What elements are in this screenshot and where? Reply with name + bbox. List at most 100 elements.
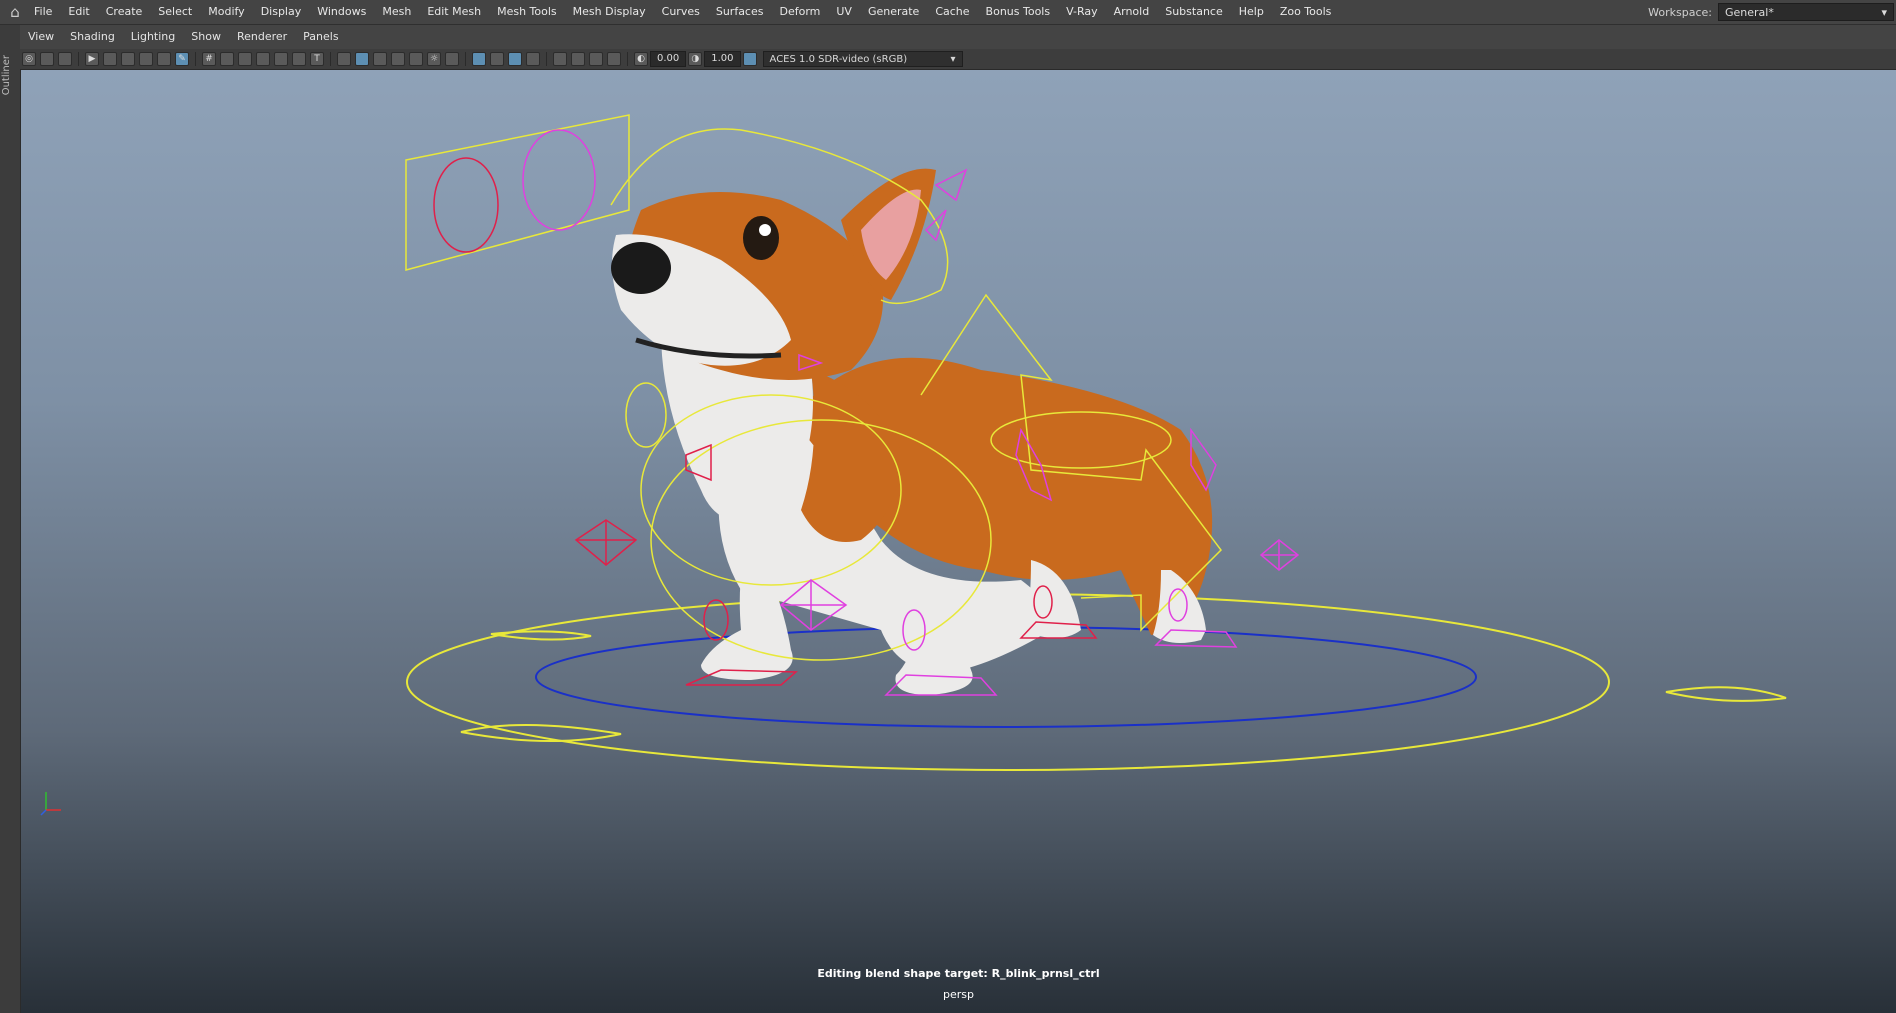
camera-icon[interactable]: ▶ — [85, 52, 99, 66]
field-chart-icon[interactable] — [274, 52, 288, 66]
viewport-toolbar: ◎ ▶ ✎ # T ☼ ◐ 0.00 ◑ 1.00 ACES 1.0 SDR-v… — [20, 49, 1896, 70]
wireframe-icon[interactable] — [337, 52, 351, 66]
knee-pole-control[interactable] — [574, 519, 638, 566]
panel-menu-lighting[interactable]: Lighting — [123, 25, 183, 49]
xray-icon[interactable] — [571, 52, 585, 66]
exposure-icon[interactable]: ◐ — [634, 52, 648, 66]
corgi-eye[interactable] — [743, 216, 779, 260]
menu-item-modify[interactable]: Modify — [200, 0, 252, 24]
resolution-gate-icon[interactable] — [238, 52, 252, 66]
menu-item-select[interactable]: Select — [150, 0, 200, 24]
lights-icon[interactable]: ☼ — [427, 52, 441, 66]
panel-menu-shading[interactable]: Shading — [62, 25, 123, 49]
anti-aliasing-icon[interactable] — [508, 52, 522, 66]
bookmark-flag-icon[interactable] — [139, 52, 153, 66]
main-menu-bar: ⌂ File Edit Create Select Modify Display Windo… — [0, 0, 1896, 25]
menu-item-curves[interactable]: Curves — [654, 0, 708, 24]
menu-item-surfaces[interactable]: Surfaces — [708, 0, 772, 24]
menu-item-uv[interactable]: UV — [828, 0, 860, 24]
menu-item-display[interactable]: Display — [253, 0, 310, 24]
two-d-pan-icon[interactable] — [157, 52, 171, 66]
menu-items: File Edit Create Select Modify Display Windows… — [26, 0, 1339, 24]
perspective-viewport[interactable]: Editing blend shape target: R_blink_prns… — [21, 70, 1896, 1013]
home-icon[interactable]: ⌂ — [4, 0, 26, 24]
menu-item-arnold[interactable]: Arnold — [1106, 0, 1158, 24]
gate-mask-icon[interactable] — [256, 52, 270, 66]
menu-item-edit-mesh[interactable]: Edit Mesh — [419, 0, 489, 24]
right-eye-control[interactable] — [522, 129, 596, 231]
chevron-down-icon: ▾ — [1881, 5, 1887, 19]
jaw-control[interactable] — [625, 382, 667, 448]
shadows-icon[interactable] — [445, 52, 459, 66]
eye-control-panel[interactable] — [405, 114, 630, 271]
colorspace-value: ACES 1.0 SDR-video (sRGB) — [769, 53, 908, 65]
film-gate-icon[interactable] — [220, 52, 234, 66]
menu-item-windows[interactable]: Windows — [309, 0, 374, 24]
exposure-field[interactable]: 0.00 — [650, 51, 687, 67]
menu-item-mesh[interactable]: Mesh — [374, 0, 419, 24]
safe-action-icon[interactable] — [292, 52, 306, 66]
toolbar-divider — [195, 52, 196, 66]
toolbar-divider — [78, 52, 79, 66]
toolbar-divider — [546, 52, 547, 66]
grid-icon[interactable]: # — [202, 52, 216, 66]
motion-blur-icon[interactable] — [490, 52, 504, 66]
xray-joints-icon[interactable] — [607, 52, 621, 66]
isolate-select-icon[interactable] — [553, 52, 567, 66]
scene-render — [40, 114, 1787, 816]
camera-attributes-icon[interactable] — [40, 52, 54, 66]
workspace-label: Workspace: — [1648, 5, 1712, 19]
menu-item-mesh-tools[interactable]: Mesh Tools — [489, 0, 565, 24]
select-camera-icon[interactable]: ◎ — [22, 52, 36, 66]
image-plane-icon[interactable] — [121, 52, 135, 66]
workspace-selector: Workspace: General* ▾ — [1648, 0, 1896, 24]
gamma-icon[interactable]: ◑ — [688, 52, 703, 66]
xray-active-components-icon[interactable] — [589, 52, 603, 66]
ambient-occlusion-icon[interactable] — [472, 52, 486, 66]
lock-camera-icon[interactable] — [103, 52, 117, 66]
safe-title-icon[interactable]: T — [310, 52, 324, 66]
axis-indicator — [40, 792, 61, 816]
panel-menu-view[interactable]: View — [20, 25, 62, 49]
outliner-tab-label[interactable]: Outliner — [1, 55, 12, 95]
depth-of-field-icon[interactable] — [526, 52, 540, 66]
color-management-icon[interactable] — [742, 52, 757, 66]
menu-item-deform[interactable]: Deform — [771, 0, 828, 24]
ground-arrow-curve[interactable] — [460, 723, 622, 743]
panel-menu-panels[interactable]: Panels — [295, 25, 346, 49]
textured-icon[interactable] — [409, 52, 423, 66]
toolbar-divider — [465, 52, 466, 66]
colorspace-dropdown[interactable]: ACES 1.0 SDR-video (sRGB) ▾ — [762, 51, 963, 67]
left-eye-control[interactable] — [433, 157, 499, 253]
menu-item-cache[interactable]: Cache — [927, 0, 977, 24]
menu-item-file[interactable]: File — [26, 0, 60, 24]
smooth-shade-icon[interactable] — [355, 52, 369, 66]
menu-item-substance[interactable]: Substance — [1157, 0, 1231, 24]
hind-knee-pole-control[interactable] — [1259, 539, 1300, 571]
toolbar-divider — [330, 52, 331, 66]
menu-item-mesh-display[interactable]: Mesh Display — [565, 0, 654, 24]
menu-item-bonus-tools[interactable]: Bonus Tools — [978, 0, 1059, 24]
gamma-field[interactable]: 1.00 — [704, 51, 741, 67]
panel-menu-renderer[interactable]: Renderer — [229, 25, 295, 49]
menu-item-v-ray[interactable]: V-Ray — [1058, 0, 1106, 24]
menu-item-create[interactable]: Create — [98, 0, 151, 24]
corgi-nose[interactable] — [611, 242, 671, 294]
bookmark-icon[interactable] — [58, 52, 72, 66]
menu-item-help[interactable]: Help — [1231, 0, 1272, 24]
toolbar-divider — [627, 52, 628, 66]
ground-arrow-curve[interactable] — [1665, 686, 1787, 702]
menu-item-generate[interactable]: Generate — [860, 0, 927, 24]
menu-item-edit[interactable]: Edit — [60, 0, 97, 24]
grease-pencil-icon[interactable]: ✎ — [175, 52, 189, 66]
workspace-dropdown[interactable]: General* ▾ — [1718, 3, 1894, 21]
panel-menu-bar: View Shading Lighting Show Renderer Panels — [20, 25, 1896, 49]
workspace-value: General* — [1725, 5, 1774, 19]
menu-item-zoo-tools[interactable]: Zoo Tools — [1272, 0, 1340, 24]
outliner-tab-strip[interactable]: Outliner — [0, 25, 21, 1013]
wireframe-on-shaded-icon[interactable] — [391, 52, 405, 66]
ground-arrow-curve[interactable] — [490, 630, 592, 641]
chevron-down-icon: ▾ — [950, 53, 956, 65]
default-material-icon[interactable] — [373, 52, 387, 66]
panel-menu-show[interactable]: Show — [183, 25, 229, 49]
